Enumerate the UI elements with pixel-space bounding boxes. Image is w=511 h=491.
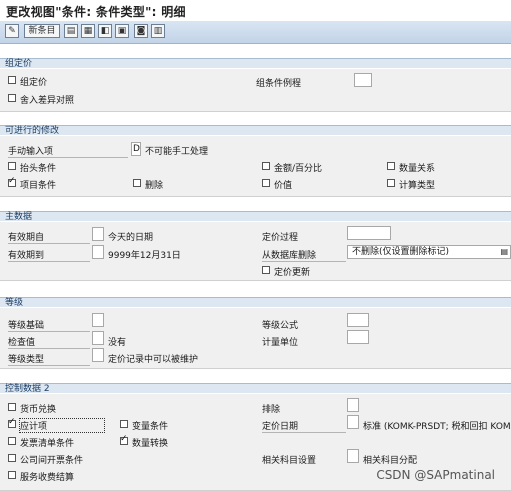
manual-entry-text: 不可能手工处理 (145, 147, 209, 157)
delete-label: 删除 (145, 181, 164, 191)
value-checkbox[interactable] (262, 179, 270, 187)
valid-from-label: 有效期自 (8, 230, 90, 244)
valid-to-input[interactable] (92, 245, 104, 259)
include-diff-checkbox[interactable] (8, 94, 16, 102)
scale-type-text: 定价记录中可以被维护 (108, 355, 199, 365)
qty-conv-label: 数量转换 (132, 439, 169, 449)
invoice-list-checkbox[interactable] (8, 437, 16, 445)
watermark: CSDN @SAPmatinal (376, 468, 495, 482)
exclusion-label: 排除 (262, 405, 281, 415)
group-cond-routine-input[interactable] (354, 73, 372, 87)
pricing-proc-input[interactable] (347, 226, 391, 240)
header-cond-checkbox[interactable] (8, 162, 16, 170)
acct-assign-text: 相关科目分配 (363, 456, 418, 466)
check-value-input[interactable] (92, 331, 104, 345)
price-update-label: 定价更新 (274, 268, 311, 278)
include-diff-label: 舍入差异对照 (20, 96, 75, 106)
variant-cond-label: 变量条件 (132, 422, 169, 432)
service-settle-checkbox[interactable] (8, 471, 16, 479)
new-entries-button[interactable]: 新条目 (24, 24, 60, 38)
check-value-label: 检查值 (8, 335, 90, 349)
variant-cond-checkbox[interactable] (120, 420, 128, 428)
item-cond-checkbox[interactable] (8, 176, 16, 187)
group-price-checkbox[interactable] (8, 76, 16, 84)
valid-to-label: 有效期到 (8, 248, 90, 262)
manual-entry-input[interactable]: D (131, 142, 141, 156)
section-changes-header: 可进行的修改 (0, 125, 511, 136)
qty-rel-label: 数量关系 (399, 164, 436, 174)
scale-basis-label: 等级基础 (8, 318, 90, 332)
unit-input[interactable] (347, 330, 369, 344)
edit-pencil-icon[interactable]: ✎ (5, 24, 19, 38)
delete-db-value: 不删除(仅设置删除标记) (352, 247, 450, 257)
exclusion-input[interactable] (347, 398, 359, 412)
valid-to-text: 9999年12月31日 (108, 251, 181, 261)
delete-db-label: 从数据库删除 (262, 248, 346, 262)
dropdown-icon[interactable]: ▤ (500, 246, 508, 258)
manual-entry-label: 手动输入项 (8, 144, 128, 158)
scale-basis-input[interactable] (92, 313, 104, 327)
price-update-checkbox[interactable] (262, 266, 270, 274)
accrual-label: 应计项 (19, 418, 105, 433)
qty-rel-checkbox[interactable] (387, 162, 395, 170)
valid-from-input[interactable] (92, 227, 104, 241)
section-group-price-header: 组定价 (0, 58, 511, 69)
scale-type-label: 等级类型 (8, 352, 90, 366)
group-cond-routine-label: 组条件例程 (256, 79, 302, 89)
delete-icon[interactable]: ▦ (81, 24, 95, 38)
pricing-date-text: 标准 (KOMK-PRSDT; 税和回扣 KOM (363, 422, 511, 432)
pricing-proc-label: 定价过程 (262, 233, 299, 243)
amount-pct-label: 金额/百分比 (274, 164, 323, 174)
undo-icon[interactable]: ◧ (98, 24, 112, 38)
calc-type-checkbox[interactable] (387, 179, 395, 187)
delete-db-select[interactable]: 不删除(仅设置删除标记) ▤ (347, 245, 511, 259)
acct-settings-label: 相关科目设置 (262, 456, 317, 466)
page-icon[interactable]: ◙ (134, 24, 148, 38)
navigate-icon[interactable]: ▣ (115, 24, 129, 38)
acct-settings-input[interactable] (347, 449, 359, 463)
section-scales-header: 等级 (0, 297, 511, 308)
pricing-date-label: 定价日期 (262, 419, 346, 433)
calc-type-label: 计算类型 (399, 181, 436, 191)
select-all-icon[interactable]: ▥ (151, 24, 165, 38)
currency-conv-checkbox[interactable] (8, 403, 16, 411)
interco-label: 公司间开票条件 (20, 456, 84, 466)
copy-icon[interactable]: ▤ (64, 24, 78, 38)
header-cond-label: 抬头条件 (20, 164, 57, 174)
interco-checkbox[interactable] (8, 454, 16, 462)
value-label: 价值 (274, 181, 293, 191)
accrual-checkbox[interactable] (8, 417, 16, 428)
group-price-label: 组定价 (20, 78, 48, 88)
service-settle-label: 服务收费结算 (20, 473, 75, 483)
page-title: 更改视图"条件: 条件类型": 明细 (6, 5, 186, 19)
amount-pct-checkbox[interactable] (262, 162, 270, 170)
currency-conv-label: 货币兑换 (20, 405, 57, 415)
toolbar: ✎ 新条目 ▤ ▦ ◧ ▣ ◙ ▥ (0, 21, 511, 44)
check-value-text: 没有 (108, 338, 127, 348)
delete-checkbox[interactable] (133, 179, 141, 187)
scale-formula-label: 等级公式 (262, 321, 299, 331)
invoice-list-label: 发票清单条件 (20, 439, 75, 449)
qty-conv-checkbox[interactable] (120, 434, 128, 445)
scale-formula-input[interactable] (347, 313, 369, 327)
section-control-header: 控制数据 2 (0, 383, 511, 394)
scale-type-input[interactable] (92, 348, 104, 362)
unit-label: 计量单位 (262, 338, 299, 348)
item-cond-label: 项目条件 (20, 181, 57, 191)
pricing-date-input[interactable] (347, 415, 359, 429)
section-master-header: 主数据 (0, 211, 511, 222)
valid-from-text: 今天的日期 (108, 233, 154, 243)
